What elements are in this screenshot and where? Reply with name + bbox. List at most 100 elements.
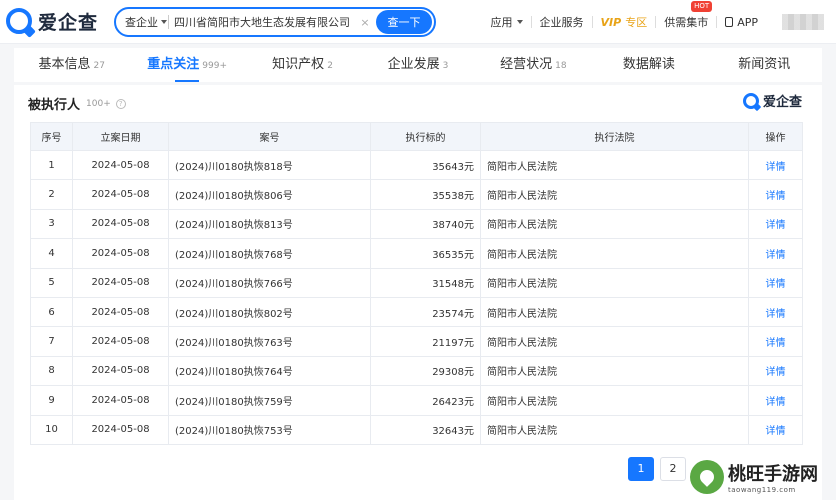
detail-link[interactable]: 详情 <box>766 309 786 320</box>
search-button[interactable]: 查一下 <box>376 10 432 34</box>
cell-amount: 31548元 <box>370 267 481 298</box>
nav-app-download[interactable]: APP <box>717 16 766 29</box>
table-row: 9 2024-05-08 (2024)川0180执恢759号 26423元 简阳市人民法… <box>30 385 803 416</box>
detail-link[interactable]: 详情 <box>766 367 786 378</box>
search-type-dropdown[interactable]: 查企业 <box>116 14 168 30</box>
page-button-1[interactable]: 1 <box>628 457 654 481</box>
header-no: 序号 <box>30 122 73 151</box>
vip-label: 专区 <box>625 16 648 29</box>
cell-action: 详情 <box>748 238 803 269</box>
nav-supply-market[interactable]: 供需集市 HOT <box>656 1 716 30</box>
detail-link[interactable]: 详情 <box>766 338 786 349</box>
watermark-texts: 桃旺手游网 taowang119.com <box>728 460 818 494</box>
site-logo[interactable]: 爱企查 <box>6 7 98 35</box>
table-row: 10 2024-05-08 (2024)川0180执恢753号 32643元 简阳市人民… <box>30 414 803 445</box>
cell-date: 2024-05-08 <box>72 385 169 416</box>
nav-enterprise-service[interactable]: 企业服务 <box>532 14 592 30</box>
tab-count: 27 <box>93 61 105 71</box>
cell-no: 9 <box>30 385 73 416</box>
search-box: 查企业 × 查一下 <box>114 7 436 37</box>
tab-count: 3 <box>442 61 449 71</box>
tab-intellectual-property[interactable]: 知识产权 2 <box>245 48 360 82</box>
tab-key-focus[interactable]: 重点关注 999+ <box>129 48 244 82</box>
cell-court: 简阳市人民法院 <box>480 267 749 298</box>
tab-label: 数据解读 <box>622 57 675 72</box>
logo-icon <box>6 8 32 34</box>
cell-case-no: (2024)川0180执恢813号 <box>168 208 371 240</box>
cell-court: 简阳市人民法院 <box>480 355 749 387</box>
detail-link[interactable]: 详情 <box>766 162 786 173</box>
cell-amount: 26423元 <box>370 385 481 416</box>
watermark: 桃旺手游网 taowang119.com <box>690 454 836 500</box>
cell-amount: 35643元 <box>370 149 481 181</box>
cell-date: 2024-05-08 <box>72 326 169 357</box>
cell-case-no: (2024)川0180执恢764号 <box>168 355 371 387</box>
header-court: 执行法院 <box>480 122 749 151</box>
detail-link[interactable]: 详情 <box>766 250 786 261</box>
header-action: 操作 <box>748 122 803 151</box>
clear-icon[interactable]: × <box>358 16 372 29</box>
tab-business-status[interactable]: 经营状况 18 <box>476 48 591 82</box>
panel-header: 被执行人 100+ ? <box>28 94 126 113</box>
cell-case-no: (2024)川0180执恢768号 <box>168 238 371 269</box>
cell-no: 4 <box>30 238 73 269</box>
cell-date: 2024-05-08 <box>72 179 169 210</box>
cell-no: 3 <box>30 208 73 240</box>
cell-court: 简阳市人民法院 <box>480 296 749 328</box>
cell-date: 2024-05-08 <box>72 414 169 445</box>
chevron-down-icon <box>516 20 523 24</box>
header-amount: 执行标的 <box>370 122 481 151</box>
search-input[interactable] <box>174 15 358 29</box>
tab-count: 2 <box>327 61 333 71</box>
tab-count: 18 <box>555 61 567 71</box>
cell-action: 详情 <box>748 355 803 387</box>
chevron-down-icon <box>161 20 167 24</box>
page-button-2[interactable]: 2 <box>660 457 686 481</box>
help-icon[interactable]: ? <box>115 98 126 109</box>
logo-icon <box>742 92 759 109</box>
cell-case-no: (2024)川0180执恢763号 <box>168 326 371 357</box>
nav-enterprise-service-label: 企业服务 <box>539 16 584 29</box>
vip-mark: VIP <box>600 15 622 29</box>
tab-enterprise-development[interactable]: 企业发展 3 <box>360 48 475 82</box>
brand-text: 爱企查 <box>762 95 802 110</box>
tab-label: 经营状况 <box>500 57 553 72</box>
nav-vip-zone[interactable]: VIP 专区 <box>593 14 656 30</box>
cell-amount: 21197元 <box>370 326 481 357</box>
detail-link[interactable]: 详情 <box>766 220 786 231</box>
nav-app-menu[interactable]: 应用 <box>483 14 531 30</box>
hot-badge: HOT <box>691 1 713 12</box>
detail-link[interactable]: 详情 <box>766 279 786 290</box>
detail-link[interactable]: 详情 <box>766 426 786 437</box>
detail-link[interactable]: 详情 <box>766 397 786 408</box>
cell-amount: 36535元 <box>370 238 481 269</box>
top-nav: 应用 企业服务 VIP 专区 供需集市 HOT APP <box>483 0 836 44</box>
tab-news[interactable]: 新闻资讯 <box>707 48 822 82</box>
top-bar: 爱企查 查企业 × 查一下 应用 企业服务 VIP 专区 供需集市 HOT <box>0 0 836 44</box>
tab-data-interpretation[interactable]: 数据解读 <box>591 48 706 82</box>
tab-label: 企业发展 <box>387 57 440 72</box>
cell-case-no: (2024)川0180执恢802号 <box>168 296 371 328</box>
search-divider <box>168 15 169 29</box>
cell-date: 2024-05-08 <box>72 149 169 181</box>
cell-case-no: (2024)川0180执恢818号 <box>168 149 371 181</box>
avatar[interactable] <box>782 14 824 30</box>
cell-no: 10 <box>30 414 73 445</box>
cell-action: 详情 <box>748 296 803 328</box>
detail-link[interactable]: 详情 <box>766 191 786 202</box>
header-date: 立案日期 <box>72 122 169 151</box>
phone-icon <box>725 17 734 27</box>
nav-supply-market-label: 供需集市 <box>664 16 709 29</box>
tab-basic-info[interactable]: 基本信息 27 <box>14 48 129 82</box>
cell-action: 详情 <box>748 149 803 181</box>
table-body: 1 2024-05-08 (2024)川0180执恢818号 35643元 简阳市人民法… <box>30 149 803 445</box>
cell-no: 2 <box>30 179 73 210</box>
table-row: 6 2024-05-08 (2024)川0180执恢802号 23574元 简阳市人民法… <box>30 296 803 328</box>
table-header-row: 序号 立案日期 案号 执行标的 执行法院 操作 <box>30 122 803 151</box>
cell-action: 详情 <box>748 414 803 445</box>
judgment-debtor-table: 序号 立案日期 案号 执行标的 执行法院 操作 1 2024-05-08 (2024… <box>30 122 803 445</box>
cell-no: 8 <box>30 355 73 387</box>
table-row: 3 2024-05-08 (2024)川0180执恢813号 38740元 简阳市人民法… <box>30 208 803 240</box>
pagination: 1 2 <box>628 457 686 481</box>
panel-brand-logo: 爱企查 <box>742 91 802 110</box>
